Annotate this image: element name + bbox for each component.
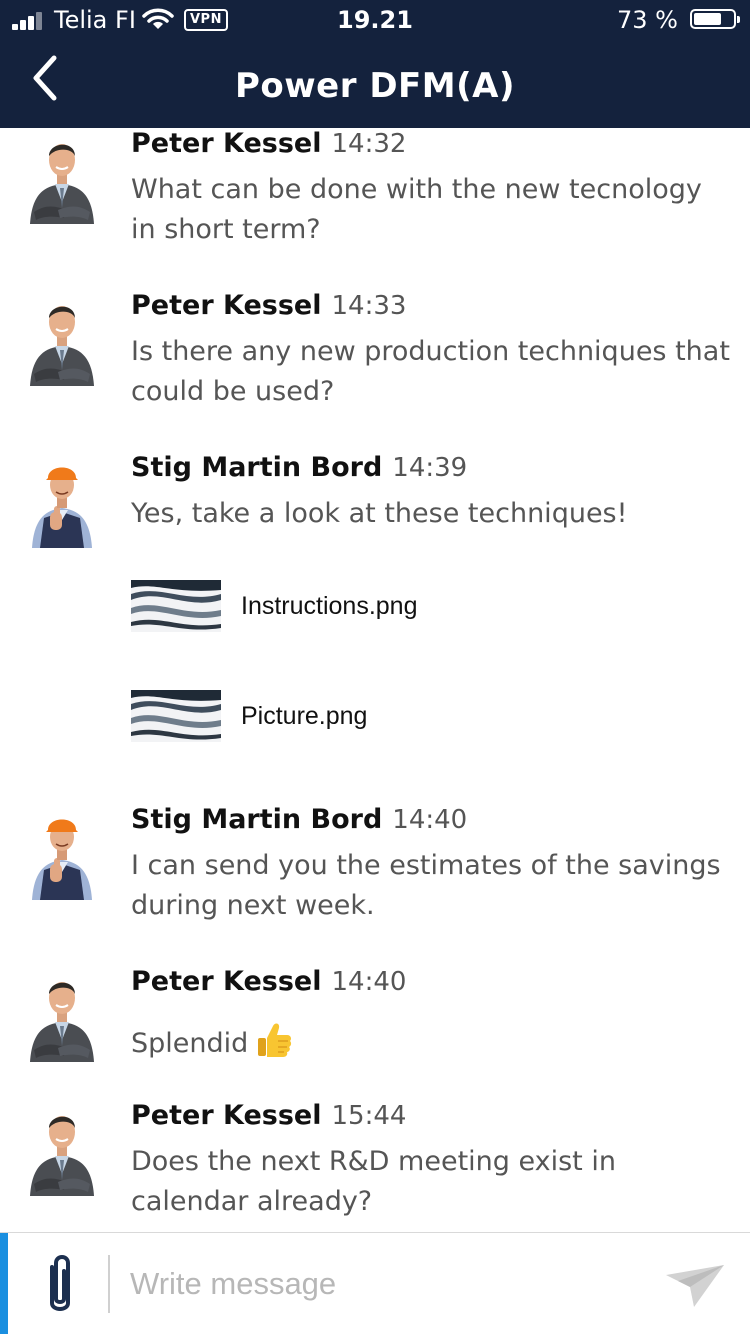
message-text-content: Splendid — [131, 1028, 249, 1059]
message-time: 14:33 — [331, 291, 407, 321]
sender-name: Peter Kessel — [131, 290, 322, 321]
paperclip-icon — [50, 1255, 70, 1311]
message-input[interactable] — [130, 1257, 650, 1311]
sender-name: Peter Kessel — [131, 128, 322, 159]
image-thumbnail-icon — [131, 690, 221, 742]
attachment-picture-png[interactable]: Picture.png — [131, 690, 631, 742]
message-meta: Stig Martin Bord 14:39 — [131, 452, 467, 492]
message-text: Splendid — [131, 1020, 731, 1064]
image-thumbnail-icon — [131, 580, 221, 632]
message-text: What can be done with the new tecnology … — [131, 174, 702, 245]
message-time: 14:40 — [331, 967, 407, 997]
message-text: Does the next R&D meeting exist in calen… — [131, 1146, 616, 1217]
sender-name: Peter Kessel — [131, 1100, 322, 1131]
avatar-peter-kessel[interactable] — [26, 966, 98, 1062]
message-text: Is there any new production techniques t… — [131, 336, 730, 407]
top-bar: Telia FI VPN 19.21 73 % Power DFM(A) — [0, 0, 750, 128]
send-icon — [666, 1265, 724, 1307]
send-button[interactable] — [664, 1261, 728, 1311]
composer-accent-edge — [0, 1233, 8, 1334]
message-composer — [0, 1232, 750, 1334]
battery-percentage: 73 % — [617, 6, 678, 34]
sender-name: Peter Kessel — [131, 966, 322, 997]
attachment-file-name: Instructions.png — [241, 592, 418, 620]
message-meta: Stig Martin Bord 14:40 — [131, 804, 467, 844]
message-meta: Peter Kessel 14:40 — [131, 966, 406, 1006]
attach-button[interactable] — [40, 1253, 80, 1317]
battery-nub — [737, 16, 740, 23]
message-time: 15:44 — [331, 1101, 407, 1131]
avatar-peter-kessel[interactable] — [26, 128, 98, 224]
message-time: 14:32 — [331, 129, 407, 159]
message-meta: Peter Kessel 14:32 — [131, 128, 406, 168]
sender-name: Stig Martin Bord — [131, 452, 383, 483]
thumbs-up-icon — [258, 1023, 292, 1057]
message-meta: Peter Kessel 15:44 — [131, 1100, 406, 1140]
avatar-peter-kessel[interactable] — [26, 290, 98, 386]
message-time: 14:39 — [392, 453, 468, 483]
sender-name: Stig Martin Bord — [131, 804, 383, 835]
message-text: Yes, take a look at these techniques! — [131, 498, 628, 529]
message-time: 14:40 — [392, 805, 468, 835]
composer-divider — [108, 1255, 110, 1313]
avatar-stig-martin-bord[interactable] — [26, 804, 98, 900]
conversation-title: Power DFM(A) — [234, 66, 516, 106]
battery-icon — [690, 9, 740, 29]
battery-level-fill — [694, 13, 721, 25]
status-bar: Telia FI VPN 19.21 73 % — [0, 0, 750, 40]
avatar-peter-kessel[interactable] — [26, 1100, 98, 1196]
message-list[interactable]: Peter Kessel 14:32 What can be done with … — [0, 128, 750, 1232]
message-meta: Peter Kessel 14:33 — [131, 290, 406, 330]
attachment-file-name: Picture.png — [241, 702, 368, 730]
attachment-instructions-png[interactable]: Instructions.png — [131, 580, 631, 632]
avatar-stig-martin-bord[interactable] — [26, 452, 98, 548]
message-text: I can send you the estimates of the savi… — [131, 850, 721, 921]
chat-screen: Telia FI VPN 19.21 73 % Power DFM(A) Pet… — [0, 0, 750, 1334]
